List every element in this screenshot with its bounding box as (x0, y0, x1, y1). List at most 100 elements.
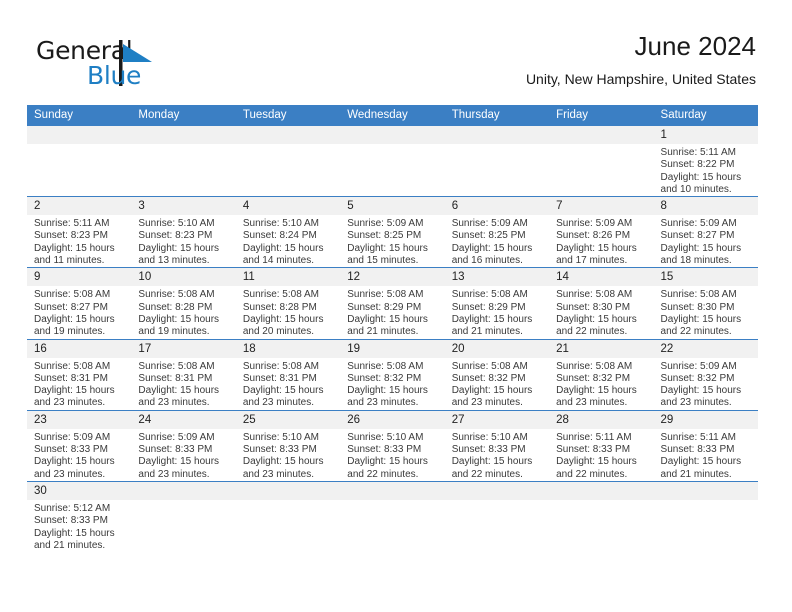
daylight-text: Daylight: 15 hours (660, 456, 742, 468)
calendar-day-cell[interactable]: 16 Sunrise: 5:08 AM Sunset: 8:31 PM Dayligh… (27, 338, 132, 411)
calendar-day-cell[interactable]: 21 Sunrise: 5:08 AM Sunset: 8:32 PM Dayligh… (549, 338, 654, 411)
day-sun-info: Sunrise: 5:12 AM Sunset: 8:33 PM Daylight:… (27, 500, 131, 552)
calendar-day-cell[interactable]: 17 Sunrise: 5:08 AM Sunset: 8:31 PM Dayligh… (131, 338, 236, 411)
sunrise-text: Sunrise: 5:09 AM (556, 218, 633, 230)
sunrise-text: Sunrise: 5:08 AM (556, 360, 633, 372)
day-number: 9 (27, 268, 132, 287)
daylight-text: and 21 minutes. (34, 539, 106, 551)
day-number (235, 126, 341, 144)
sunrise-text: Sunrise: 5:08 AM (242, 360, 319, 372)
calendar-day-cell-empty (549, 480, 654, 553)
sunrise-text: Sunrise: 5:08 AM (138, 360, 215, 372)
brand-logo[interactable]: General Blue (36, 36, 266, 92)
calendar-day-cell[interactable]: 22 Sunrise: 5:09 AM Sunset: 8:32 PM Dayligh… (653, 338, 758, 411)
calendar-day-cell[interactable]: 15 Sunrise: 5:08 AM Sunset: 8:30 PM Dayligh… (653, 267, 758, 340)
sunset-text: Sunset: 8:33 PM (451, 444, 526, 456)
calendar-day-cell[interactable]: 23 Sunrise: 5:09 AM Sunset: 8:33 PM Dayligh… (27, 409, 132, 482)
daylight-text: Daylight: 15 hours (242, 242, 324, 254)
calendar-day-cell[interactable]: 14 Sunrise: 5:08 AM Sunset: 8:30 PM Dayligh… (549, 267, 654, 340)
sunset-text: Sunset: 8:31 PM (138, 372, 213, 384)
sunset-text: Sunset: 8:33 PM (556, 444, 631, 456)
day-number (131, 482, 236, 500)
daylight-text: Daylight: 15 hours (34, 385, 115, 397)
daylight-text: and 15 minutes. (347, 255, 419, 267)
calendar-day-cell[interactable]: 9 Sunrise: 5:08 AM Sunset: 8:27 PM Daylight… (27, 267, 132, 340)
sunset-text: Sunset: 8:32 PM (556, 372, 631, 384)
calendar-day-cell[interactable]: 30 Sunrise: 5:12 AM Sunset: 8:33 PM Dayligh… (27, 480, 132, 553)
daylight-text: and 23 minutes. (242, 468, 315, 480)
day-number (549, 126, 654, 144)
calendar-day-cell[interactable]: 7 Sunrise: 5:09 AM Sunset: 8:26 PM Daylight… (549, 196, 654, 268)
calendar-day-cell[interactable]: 29 Sunrise: 5:11 AM Sunset: 8:33 PM Dayligh… (653, 409, 758, 482)
day-sun-info: Sunrise: 5:08 AM Sunset: 8:32 PM Daylight:… (340, 358, 444, 410)
sunrise-text: Sunrise: 5:08 AM (242, 289, 319, 301)
calendar-day-cell[interactable]: 8 Sunrise: 5:09 AM Sunset: 8:27 PM Daylight… (653, 196, 758, 268)
daylight-text: Daylight: 15 hours (34, 242, 115, 254)
daylight-text: and 21 minutes. (660, 468, 732, 480)
day-number: 1 (653, 126, 758, 144)
day-number: 28 (549, 411, 654, 429)
sunrise-text: Sunrise: 5:12 AM (34, 502, 111, 514)
calendar-day-cell[interactable]: 24 Sunrise: 5:09 AM Sunset: 8:33 PM Dayligh… (131, 409, 236, 482)
daylight-text: and 21 minutes. (347, 326, 419, 338)
calendar-day-cell[interactable]: 13 Sunrise: 5:08 AM Sunset: 8:29 PM Dayligh… (444, 267, 550, 340)
day-number (235, 482, 341, 500)
sunset-text: Sunset: 8:29 PM (347, 301, 422, 313)
day-number (340, 126, 445, 144)
sunrise-text: Sunrise: 5:10 AM (242, 431, 319, 443)
calendar-day-cell[interactable]: 27 Sunrise: 5:10 AM Sunset: 8:33 PM Dayligh… (444, 409, 550, 482)
day-sun-info: Sunrise: 5:08 AM Sunset: 8:31 PM Daylight:… (131, 358, 235, 410)
sunset-text: Sunset: 8:30 PM (660, 301, 735, 313)
calendar-day-cell[interactable]: 11 Sunrise: 5:08 AM Sunset: 8:28 PM Dayligh… (235, 267, 341, 340)
daylight-text: Daylight: 15 hours (242, 456, 324, 468)
calendar-day-cell[interactable]: 5 Sunrise: 5:09 AM Sunset: 8:25 PM Daylight… (340, 196, 445, 268)
day-number: 20 (444, 340, 550, 358)
calendar-day-cell[interactable]: 3 Sunrise: 5:10 AM Sunset: 8:23 PM Daylight… (131, 196, 236, 268)
calendar-day-cell[interactable]: 10 Sunrise: 5:08 AM Sunset: 8:28 PM Dayligh… (131, 267, 236, 340)
calendar-week-row: 23 Sunrise: 5:09 AM Sunset: 8:33 PM Dayligh… (27, 409, 758, 482)
day-number: 18 (235, 340, 341, 358)
calendar-day-cell[interactable]: 2 Sunrise: 5:11 AM Sunset: 8:23 PM Daylight… (27, 196, 132, 268)
calendar-week-row: 1 Sunrise: 5:11 AM Sunset: 8:22 PM Daylight… (27, 124, 758, 197)
calendar-day-cell[interactable]: 28 Sunrise: 5:11 AM Sunset: 8:33 PM Dayligh… (549, 409, 654, 482)
daylight-text: Daylight: 15 hours (660, 313, 742, 325)
day-number: 22 (653, 340, 758, 358)
daylight-text: and 23 minutes. (138, 468, 210, 480)
sunset-text: Sunset: 8:27 PM (34, 301, 108, 313)
weekday-header-row: Sunday Monday Tuesday Wednesday Thursday… (27, 105, 758, 126)
calendar-day-cell[interactable]: 26 Sunrise: 5:10 AM Sunset: 8:33 PM Dayligh… (340, 409, 445, 482)
day-number: 11 (235, 268, 341, 287)
sunrise-text: Sunrise: 5:10 AM (138, 218, 215, 230)
sunset-text: Sunset: 8:28 PM (138, 301, 213, 313)
daylight-text: Daylight: 15 hours (451, 456, 533, 468)
page-title: June 2024 (634, 31, 756, 61)
daylight-text: and 23 minutes. (138, 397, 210, 409)
calendar-day-cell[interactable]: 12 Sunrise: 5:08 AM Sunset: 8:29 PM Dayligh… (340, 267, 445, 340)
daylight-text: and 21 minutes. (451, 326, 523, 338)
daylight-text: Daylight: 15 hours (138, 313, 220, 325)
calendar-day-cell-empty (131, 124, 236, 197)
calendar-day-cell[interactable]: 20 Sunrise: 5:08 AM Sunset: 8:32 PM Dayligh… (444, 338, 550, 411)
weekday-header-thursday: Thursday (444, 105, 550, 126)
page-header: General Blue June 2024 Unity, New Hampsh… (0, 0, 792, 102)
sunset-text: Sunset: 8:30 PM (556, 301, 631, 313)
sunset-text: Sunset: 8:32 PM (347, 372, 422, 384)
day-sun-info: Sunrise: 5:09 AM Sunset: 8:32 PM Daylight:… (654, 358, 758, 410)
calendar-day-cell[interactable]: 19 Sunrise: 5:08 AM Sunset: 8:32 PM Dayligh… (340, 338, 445, 411)
calendar-day-cell[interactable]: 25 Sunrise: 5:10 AM Sunset: 8:33 PM Dayligh… (235, 409, 341, 482)
daylight-text: and 18 minutes. (660, 255, 732, 267)
calendar-day-cell-empty (444, 480, 550, 553)
calendar-day-cell[interactable]: 6 Sunrise: 5:09 AM Sunset: 8:25 PM Daylight… (444, 196, 550, 268)
daylight-text: and 23 minutes. (34, 468, 106, 480)
sunrise-text: Sunrise: 5:11 AM (660, 147, 736, 158)
daylight-text: Daylight: 15 hours (660, 385, 742, 397)
calendar-day-cell[interactable]: 1 Sunrise: 5:11 AM Sunset: 8:22 PM Daylight… (653, 124, 758, 197)
sunset-text: Sunset: 8:33 PM (242, 444, 317, 456)
day-number: 17 (131, 340, 236, 358)
day-sun-info: Sunrise: 5:09 AM Sunset: 8:25 PM Daylight:… (340, 215, 444, 267)
calendar-week-row: 16 Sunrise: 5:08 AM Sunset: 8:31 PM Dayligh… (27, 338, 758, 411)
calendar-day-cell[interactable]: 4 Sunrise: 5:10 AM Sunset: 8:24 PM Daylight… (235, 196, 341, 268)
sunrise-text: Sunrise: 5:09 AM (138, 431, 215, 443)
calendar-day-cell[interactable]: 18 Sunrise: 5:08 AM Sunset: 8:31 PM Dayligh… (235, 338, 341, 411)
sunset-text: Sunset: 8:31 PM (34, 372, 108, 384)
